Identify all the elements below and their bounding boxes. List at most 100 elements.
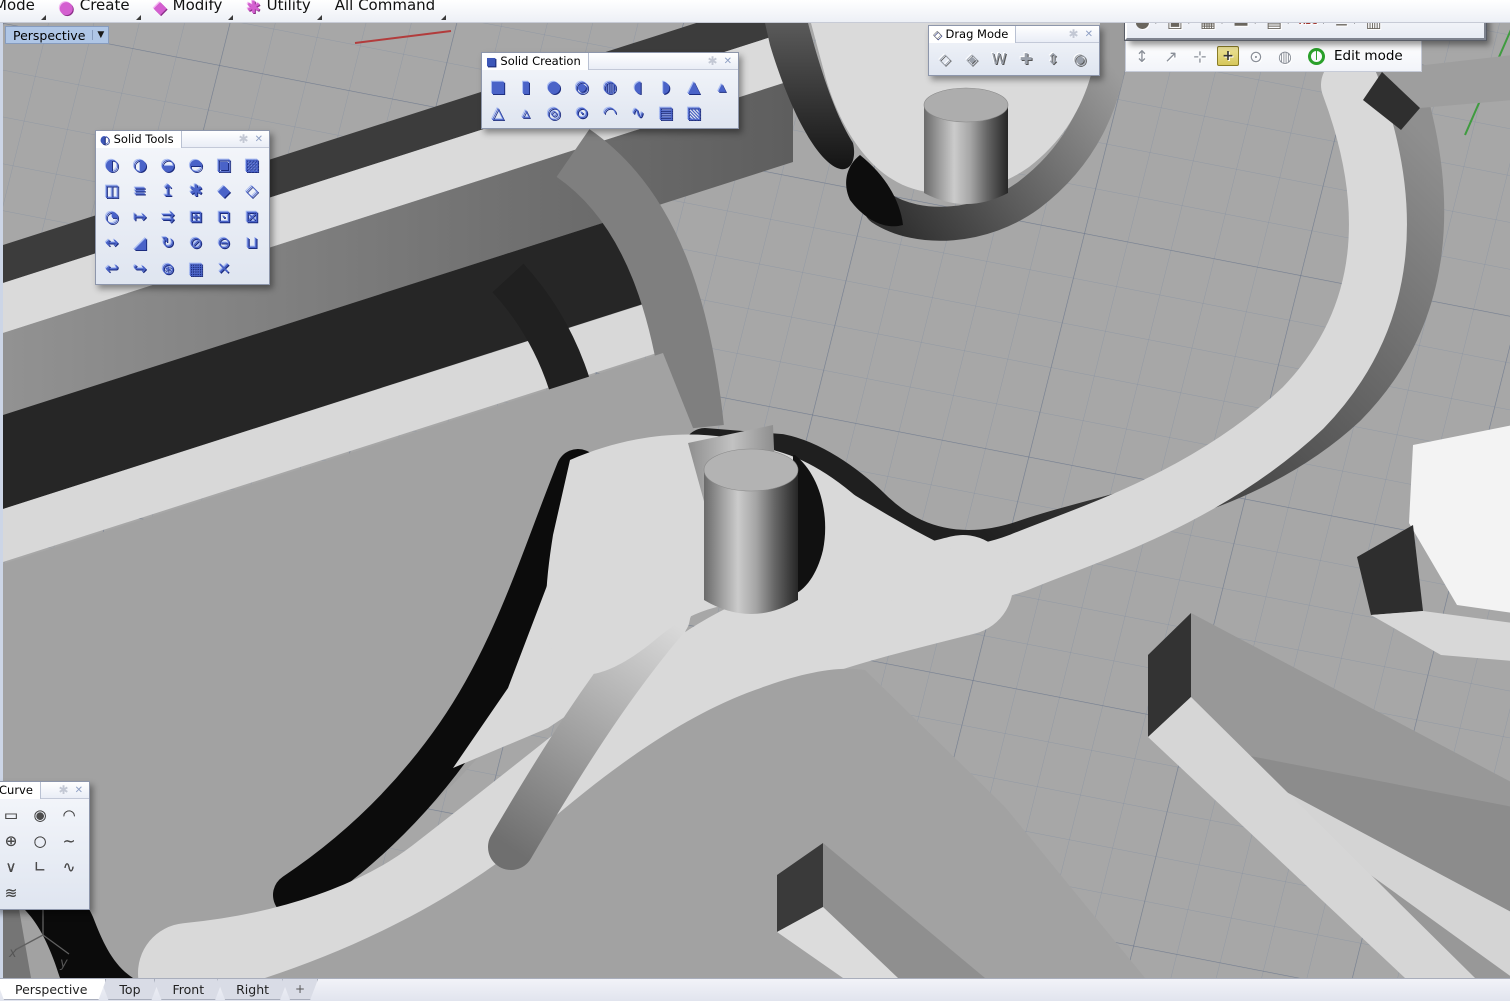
curve-toolbar[interactable]: Curve ✱ ✕ ▭◉◠ ⊕○∼ ∨∟∿ ≋ — [0, 781, 90, 910]
revolve-hole-icon[interactable]: ↪ — [127, 255, 153, 281]
shear-solid-icon[interactable]: ◢ — [127, 229, 153, 255]
rectangle-control-points-icon[interactable]: ▭ — [0, 802, 24, 828]
extrude-face-icon[interactable]: ⇉ — [155, 203, 181, 229]
circle-control-points-icon[interactable]: ◉ — [27, 802, 53, 828]
join-surfaces-icon[interactable]: ▣ — [211, 151, 237, 177]
drag-cplane-icon[interactable]: ✚ — [1013, 46, 1039, 72]
make-hole-icon[interactable]: ⊖ — [211, 229, 237, 255]
move-hole-icon[interactable]: ⊡ — [211, 203, 237, 229]
sphere-wireframe-icon[interactable]: ⊕ — [0, 828, 24, 854]
shell-solid-icon[interactable]: ⊔ — [239, 229, 265, 255]
curved-slab-icon[interactable]: ▧ — [681, 99, 707, 125]
power-edit-icon[interactable]: | — [1308, 48, 1325, 65]
tube-icon[interactable]: ◎ — [541, 99, 567, 125]
drag-default-icon[interactable]: ◇ — [932, 46, 958, 72]
menu-item-utility[interactable]: ✱ Utility — [236, 0, 324, 16]
ellipsoid-icon[interactable]: ◍ — [597, 73, 623, 99]
gear-icon[interactable]: ✱ — [704, 54, 722, 68]
gear-icon[interactable]: ✱ — [235, 132, 253, 146]
close-icon[interactable]: ✕ — [73, 785, 89, 796]
add-viewport-tab-button[interactable]: + — [282, 979, 318, 1000]
pyramid-icon[interactable]: △ — [485, 99, 511, 125]
close-icon[interactable]: ✕ — [722, 56, 738, 67]
viewport-title[interactable]: Perspective ▼ — [5, 26, 109, 44]
box-icon[interactable]: ■ — [485, 73, 511, 99]
copy-face-icon[interactable]: ⊞ — [183, 203, 209, 229]
grid-hole-array-icon[interactable]: ▦ — [183, 255, 209, 281]
modify-icon: ◆ — [154, 0, 167, 18]
zoom-window-icon[interactable]: ⊙ — [1244, 44, 1268, 68]
tab-top[interactable]: Top — [100, 979, 159, 1000]
menu-item-all-command[interactable]: All Command — [325, 0, 449, 16]
edit-mode-label: Edit mode — [1334, 48, 1403, 64]
box-corner-icon[interactable]: ◇ — [239, 177, 265, 203]
viewport-perspective[interactable]: x y Perspective ▼ ■Solid Creation ✱ ✕ ■▮… — [0, 23, 1510, 978]
closed-curve-icon[interactable]: ○ — [27, 828, 53, 854]
truncated-pyramid-icon[interactable]: ▵ — [513, 99, 539, 125]
offset-solid-icon[interactable]: ≡ — [127, 177, 153, 203]
pipe-s-curve-icon[interactable]: ∿ — [625, 99, 651, 125]
menu-item-modify[interactable]: ◆ Modify — [144, 0, 237, 16]
boolean-intersection-icon[interactable]: ◒ — [155, 151, 181, 177]
move-face-icon[interactable]: ↦ — [127, 203, 153, 229]
torus-icon[interactable]: ⊙ — [569, 99, 595, 125]
truncated-cone-icon[interactable]: ▴ — [709, 73, 735, 99]
fillet-edge-icon[interactable]: ◔ — [99, 203, 125, 229]
gear-icon[interactable]: ✱ — [1065, 27, 1083, 41]
delete-hole-icon[interactable]: ✕ — [211, 255, 237, 281]
close-icon[interactable]: ✕ — [253, 134, 269, 145]
cylinder-icon[interactable]: ▮ — [513, 73, 539, 99]
scale-drag-icon[interactable]: ↗ — [1159, 44, 1183, 68]
drag-world-icon[interactable]: W — [986, 46, 1012, 72]
light-bulb-icon[interactable]: ◍ — [1273, 44, 1297, 68]
incremental-save-icon[interactable]: + — [1217, 46, 1239, 66]
place-hole-icon[interactable]: ⊘ — [183, 229, 209, 255]
viewport-dropdown-arrow[interactable]: ▼ — [92, 30, 108, 40]
sphere-icon[interactable]: ● — [541, 73, 567, 99]
move-edge-icon[interactable]: ↔ — [99, 229, 125, 255]
round-hole-icon[interactable]: ↩ — [99, 255, 125, 281]
open-curve-icon[interactable]: ∼ — [56, 828, 82, 854]
sphere-control-points-icon[interactable]: ◉ — [569, 73, 595, 99]
curve-titlebar[interactable]: Curve ✱ ✕ — [0, 782, 89, 799]
cone-icon[interactable]: ▲ — [681, 73, 707, 99]
rotate-face-icon[interactable]: ↻ — [155, 229, 181, 255]
box-edge-icon[interactable]: ◆ — [211, 177, 237, 203]
dimension-icon[interactable]: ↕ — [1130, 44, 1154, 68]
slice-solid-icon[interactable]: ◫ — [99, 177, 125, 203]
tab-front[interactable]: Front — [154, 979, 224, 1000]
hemisphere-icon[interactable]: ◖ — [625, 73, 651, 99]
boolean-core-icon[interactable]: ▩ — [239, 151, 265, 177]
close-icon[interactable]: ✕ — [1083, 29, 1099, 40]
helix-icon[interactable]: ∿ — [56, 854, 82, 880]
sphere-section-icon[interactable]: ◗ — [653, 73, 679, 99]
boolean-difference-icon[interactable]: ◑ — [127, 151, 153, 177]
drag-to-object-icon[interactable]: ◉ — [1067, 46, 1093, 72]
pipe-arc-icon[interactable]: ◠ — [597, 99, 623, 125]
solid-tools-toolbar[interactable]: ◐Solid Tools ✱ ✕ ◐◑◒◓▣▩◫≡↥✱◆◇◔↦⇉⊞⊡⊠↔◢↻⊘⊖… — [95, 130, 270, 285]
extrude-straight-icon[interactable]: ↥ — [155, 177, 181, 203]
merge-solids-icon[interactable]: ✱ — [183, 177, 209, 203]
circular-hole-array-icon[interactable]: ⊛ — [155, 255, 181, 281]
boolean-split-icon[interactable]: ◓ — [183, 151, 209, 177]
solid-tools-titlebar[interactable]: ◐Solid Tools ✱ ✕ — [96, 131, 269, 148]
corner-fillet-icon[interactable]: ∟ — [27, 854, 53, 880]
concentric-arcs-icon[interactable]: ≋ — [0, 880, 24, 906]
menu-item-mode[interactable]: Mode — [0, 0, 49, 16]
drag-uvn-icon[interactable]: ◈ — [959, 46, 985, 72]
slab-icon[interactable]: ▤ — [653, 99, 679, 125]
solid-control-points-icon[interactable]: ⊠ — [239, 203, 265, 229]
gear-icon[interactable]: ✱ — [55, 783, 73, 797]
menu-item-create[interactable]: ● Create — [49, 0, 144, 16]
pan-view-icon[interactable]: ⊹ — [1188, 44, 1212, 68]
tab-right[interactable]: Right — [217, 979, 288, 1000]
drag-vertical-icon[interactable]: ⇕ — [1040, 46, 1066, 72]
drag-mode-toolbar[interactable]: ◇Drag Mode ✱ ✕ ◇◈W✚⇕◉ — [928, 25, 1100, 76]
solid-creation-titlebar[interactable]: ■Solid Creation ✱ ✕ — [482, 53, 738, 70]
arc-control-points-icon[interactable]: ◠ — [56, 802, 82, 828]
boolean-union-icon[interactable]: ◐ — [99, 151, 125, 177]
tab-perspective[interactable]: Perspective — [0, 979, 106, 1000]
v-curve-icon[interactable]: ∨ — [0, 854, 24, 880]
drag-mode-titlebar[interactable]: ◇Drag Mode ✱ ✕ — [929, 26, 1099, 43]
solid-creation-toolbar[interactable]: ■Solid Creation ✱ ✕ ■▮●◉◍◖◗▲▴ △▵◎⊙◠∿▤▧ — [481, 52, 739, 129]
